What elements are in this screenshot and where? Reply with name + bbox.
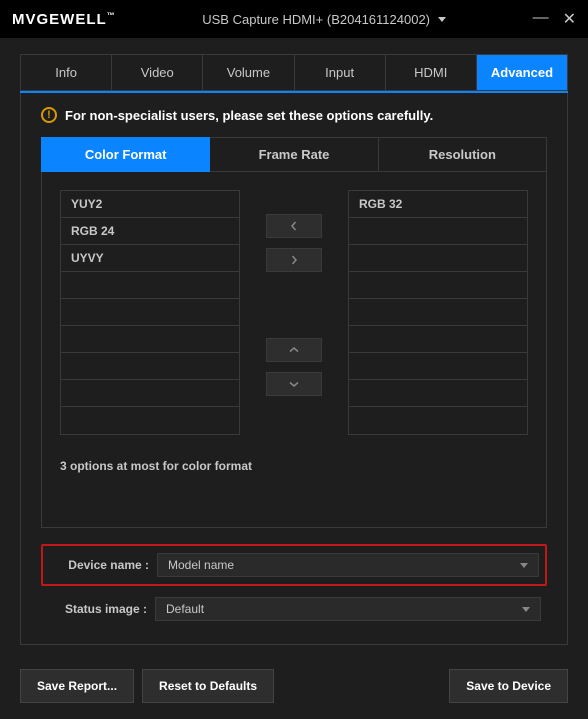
- list-item[interactable]: [349, 245, 527, 272]
- app-window: MVGEWELL™ USB Capture HDMI+ (B2041611240…: [0, 0, 588, 719]
- advanced-panel: ! For non-specialist users, please set t…: [20, 93, 568, 645]
- list-item[interactable]: [349, 272, 527, 299]
- warning-icon: !: [41, 107, 57, 123]
- list-item[interactable]: [61, 299, 239, 326]
- list-item[interactable]: [61, 380, 239, 407]
- caret-down-icon: [522, 607, 530, 612]
- move-up-button[interactable]: [266, 338, 322, 362]
- minimize-button[interactable]: —: [533, 9, 549, 29]
- list-item[interactable]: [349, 353, 527, 380]
- tab-info[interactable]: Info: [21, 55, 112, 90]
- list-item[interactable]: [349, 299, 527, 326]
- list-item[interactable]: [349, 326, 527, 353]
- caret-down-icon: [520, 563, 528, 568]
- list-item[interactable]: UYVY: [61, 245, 239, 272]
- device-name-select[interactable]: Model name: [157, 553, 539, 577]
- subtab-frame-rate[interactable]: Frame Rate: [210, 137, 378, 172]
- brand-logo: MVGEWELL™: [12, 11, 116, 28]
- list-item[interactable]: [61, 326, 239, 353]
- device-name-value: Model name: [168, 558, 234, 572]
- list-item[interactable]: [349, 407, 527, 434]
- content-area: Info Video Volume Input HDMI Advanced ! …: [0, 38, 588, 657]
- status-image-label: Status image :: [47, 602, 147, 616]
- device-name-row: Device name : Model name: [41, 544, 547, 586]
- list-transfer-area: YUY2 RGB 24 UYVY: [41, 172, 547, 528]
- move-down-button[interactable]: [266, 372, 322, 396]
- move-right-button[interactable]: [266, 248, 322, 272]
- save-to-device-button[interactable]: Save to Device: [449, 669, 568, 703]
- transfer-buttons: [258, 190, 330, 435]
- warning-row: ! For non-specialist users, please set t…: [41, 107, 547, 123]
- tab-input[interactable]: Input: [295, 55, 386, 90]
- list-item[interactable]: [61, 272, 239, 299]
- list-item[interactable]: [349, 380, 527, 407]
- chevron-down-icon: [289, 379, 299, 389]
- tab-advanced[interactable]: Advanced: [477, 55, 567, 90]
- reset-defaults-button[interactable]: Reset to Defaults: [142, 669, 274, 703]
- move-left-button[interactable]: [266, 214, 322, 238]
- list-item[interactable]: [349, 218, 527, 245]
- caret-down-icon: [438, 17, 446, 22]
- tab-hdmi[interactable]: HDMI: [386, 55, 477, 90]
- subtab-color-format[interactable]: Color Format: [41, 137, 210, 172]
- status-image-select[interactable]: Default: [155, 597, 541, 621]
- window-controls: — ✕: [533, 9, 576, 29]
- chevron-right-icon: [289, 255, 299, 265]
- sub-tabs: Color Format Frame Rate Resolution: [41, 137, 547, 172]
- list-item[interactable]: RGB 32: [349, 191, 527, 218]
- footer: Save Report... Reset to Defaults Save to…: [0, 657, 588, 719]
- device-name-text: USB Capture HDMI+ (B204161124002): [202, 12, 430, 27]
- tab-video[interactable]: Video: [112, 55, 203, 90]
- warning-text: For non-specialist users, please set the…: [65, 108, 433, 123]
- status-image-row: Status image : Default: [41, 590, 547, 628]
- selected-list[interactable]: RGB 32: [348, 190, 528, 435]
- device-selector[interactable]: USB Capture HDMI+ (B204161124002): [202, 12, 446, 27]
- subtab-resolution[interactable]: Resolution: [379, 137, 547, 172]
- hint-text: 3 options at most for color format: [60, 459, 528, 473]
- save-report-button[interactable]: Save Report...: [20, 669, 134, 703]
- status-image-value: Default: [166, 602, 204, 616]
- available-list[interactable]: YUY2 RGB 24 UYVY: [60, 190, 240, 435]
- list-item[interactable]: [61, 353, 239, 380]
- titlebar: MVGEWELL™ USB Capture HDMI+ (B2041611240…: [0, 0, 588, 38]
- chevron-left-icon: [289, 221, 299, 231]
- close-button[interactable]: ✕: [563, 9, 576, 29]
- device-name-label: Device name :: [49, 558, 149, 572]
- chevron-up-icon: [289, 345, 299, 355]
- list-item[interactable]: RGB 24: [61, 218, 239, 245]
- list-item[interactable]: [61, 407, 239, 434]
- tab-volume[interactable]: Volume: [203, 55, 294, 90]
- list-row: YUY2 RGB 24 UYVY: [60, 190, 528, 435]
- main-tabs: Info Video Volume Input HDMI Advanced: [20, 54, 568, 91]
- list-item[interactable]: YUY2: [61, 191, 239, 218]
